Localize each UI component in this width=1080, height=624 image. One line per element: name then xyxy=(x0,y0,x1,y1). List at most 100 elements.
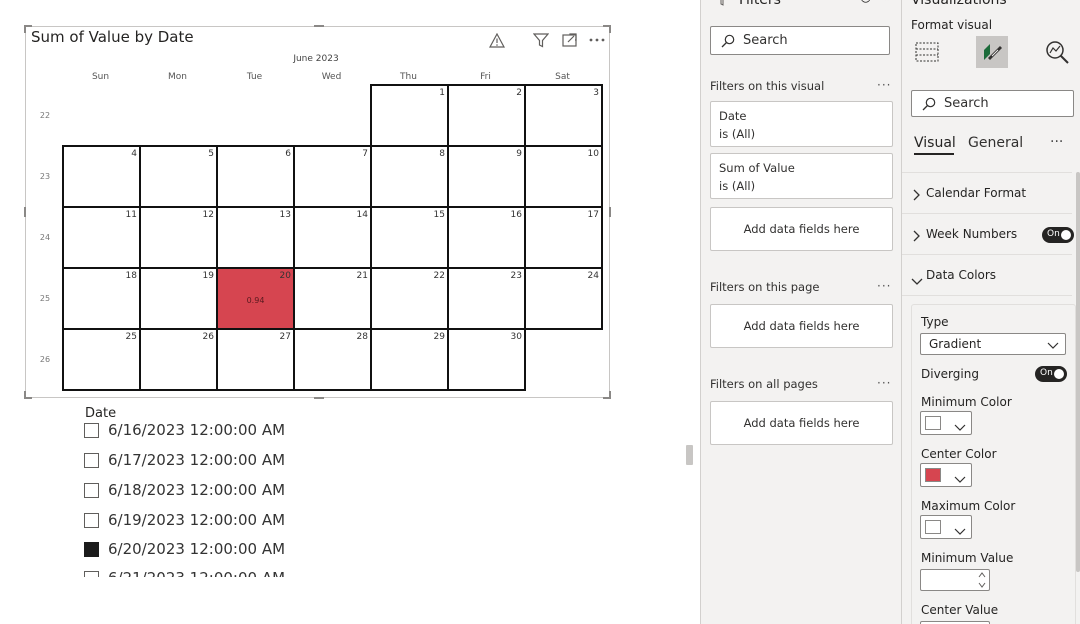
collapse-pane-icon[interactable]: » xyxy=(884,0,892,5)
color-swatch xyxy=(925,416,941,430)
resize-handle-left[interactable] xyxy=(24,207,26,217)
day-number: 9 xyxy=(516,149,522,159)
build-visual-icon[interactable] xyxy=(911,36,943,68)
type-dropdown[interactable]: Gradient xyxy=(920,333,1066,355)
maximum-color-picker[interactable] xyxy=(920,515,972,539)
date-slicer-list[interactable]: 6/16/2023 12:00:00 AM 6/17/2023 12:00:00… xyxy=(84,420,344,577)
calendar-day-cell[interactable]: 9 xyxy=(447,145,526,208)
week-numbers-toggle[interactable]: On xyxy=(1042,227,1074,243)
calendar-day-cell[interactable]: 17 xyxy=(524,206,603,269)
diverging-toggle[interactable]: On xyxy=(1035,366,1067,382)
calendar-day-cell[interactable]: 11 xyxy=(62,206,141,269)
more-options-icon[interactable]: ··· xyxy=(1050,134,1063,150)
calendar-day-cell[interactable]: 3 xyxy=(524,84,603,147)
calendar-day-cell[interactable]: 8 xyxy=(370,145,449,208)
resize-corner-bottom-right[interactable] xyxy=(603,391,611,399)
more-options-icon[interactable]: ··· xyxy=(877,376,891,390)
slicer-item[interactable]: 6/21/2023 12:00:00 AM xyxy=(84,567,285,577)
tab-visual[interactable]: Visual xyxy=(914,135,956,151)
checkbox[interactable] xyxy=(84,570,99,577)
section-data-colors[interactable]: Data Colors xyxy=(902,254,1072,296)
slicer-item-label: 6/18/2023 12:00:00 AM xyxy=(108,481,286,499)
add-data-fields-visual[interactable]: Add data fields here xyxy=(710,207,893,251)
calendar-day-cell[interactable]: 16 xyxy=(447,206,526,269)
center-color-picker[interactable] xyxy=(920,463,972,487)
calendar-day-cell[interactable]: 26 xyxy=(139,328,218,391)
format-visual-icon[interactable] xyxy=(976,36,1008,68)
minimum-color-picker[interactable] xyxy=(920,411,972,435)
calendar-day-cell[interactable]: 27 xyxy=(216,328,295,391)
calendar-day-cell[interactable]: 29 xyxy=(370,328,449,391)
calendar-day-cell[interactable]: 18 xyxy=(62,267,141,330)
calendar-day-cell[interactable]: 25 xyxy=(62,328,141,391)
slicer-item[interactable]: 6/20/2023 12:00:00 AM xyxy=(84,538,285,560)
calendar-day-cell[interactable]: 24 xyxy=(524,267,603,330)
checkbox[interactable] xyxy=(84,422,99,438)
calendar-day-cell[interactable]: 21 xyxy=(293,267,372,330)
calendar-visual[interactable]: Sum of Value by Date June 2023 Sun Mon Tue… xyxy=(24,25,611,399)
pane-resize-grip[interactable] xyxy=(686,445,693,465)
calendar-day-cell[interactable]: 5 xyxy=(139,145,218,208)
calendar-day-cell[interactable]: 28 xyxy=(293,328,372,391)
calendar-day-cell[interactable]: 23 xyxy=(447,267,526,330)
week-number: 24 xyxy=(39,233,51,242)
day-number: 21 xyxy=(356,271,368,281)
viz-search[interactable]: Search xyxy=(911,90,1074,117)
section-week-numbers[interactable]: Week Numbers On xyxy=(902,213,1074,253)
warning-icon[interactable] xyxy=(488,31,506,49)
calendar-day-cell[interactable]: 1 xyxy=(370,84,449,147)
focus-mode-icon[interactable] xyxy=(560,31,578,49)
calendar-day-cell[interactable]: 20 0.94 xyxy=(216,267,295,330)
resize-handle-top[interactable] xyxy=(314,25,324,27)
calendar-day-cell[interactable]: 2 xyxy=(447,84,526,147)
section-label: Calendar Format xyxy=(926,186,1027,200)
checkbox[interactable] xyxy=(84,482,99,498)
section-label: Data Colors xyxy=(926,268,997,282)
add-data-fields-all-pages[interactable]: Add data fields here xyxy=(710,401,893,445)
calendar-day-cell[interactable]: 15 xyxy=(370,206,449,269)
visualizations-title: Visualizations xyxy=(911,0,1007,8)
checkbox-checked[interactable] xyxy=(84,541,99,557)
more-options-icon[interactable]: ··· xyxy=(877,78,891,92)
calendar-day-cell[interactable]: 10 xyxy=(524,145,603,208)
checkbox[interactable] xyxy=(84,452,99,468)
slicer-item[interactable]: 6/16/2023 12:00:00 AM xyxy=(84,420,285,441)
calendar-day-cell[interactable]: 19 xyxy=(139,267,218,330)
day-number: 13 xyxy=(279,210,291,220)
filter-card-sum-of-value[interactable]: Sum of Value is (All) xyxy=(710,153,893,199)
calendar-day-cell[interactable]: 30 xyxy=(447,328,526,391)
minimum-value-input[interactable] xyxy=(920,569,990,591)
analytics-icon[interactable] xyxy=(1041,36,1073,68)
slicer-title: Date xyxy=(85,406,117,421)
calendar-day-cell[interactable]: 14 xyxy=(293,206,372,269)
slicer-item[interactable]: 6/17/2023 12:00:00 AM xyxy=(84,449,285,471)
weekday-label: Wed xyxy=(321,72,342,82)
slicer-item[interactable]: 6/18/2023 12:00:00 AM xyxy=(84,479,285,501)
eye-icon[interactable]: ◔ xyxy=(860,0,871,5)
more-options-icon[interactable] xyxy=(588,31,606,49)
spin-buttons-icon[interactable] xyxy=(977,570,987,594)
collapse-pane-icon[interactable]: » xyxy=(1060,0,1068,5)
calendar-day-cell[interactable]: 6 xyxy=(216,145,295,208)
calendar-day-cell[interactable]: 13 xyxy=(216,206,295,269)
calendar-day-cell[interactable]: 7 xyxy=(293,145,372,208)
calendar-day-cell[interactable]: 22 xyxy=(370,267,449,330)
more-options-icon[interactable]: ··· xyxy=(877,279,891,293)
resize-handle-right[interactable] xyxy=(609,207,611,217)
tab-general[interactable]: General xyxy=(968,135,1023,151)
add-data-fields-page[interactable]: Add data fields here xyxy=(710,304,893,348)
filter-card-date[interactable]: Date is (All) xyxy=(710,101,893,147)
checkbox[interactable] xyxy=(84,512,99,528)
resize-handle-bottom[interactable] xyxy=(314,397,324,399)
calendar-day-cell[interactable]: 12 xyxy=(139,206,218,269)
filters-search[interactable]: Search xyxy=(710,26,890,55)
resize-corner-bottom-left[interactable] xyxy=(24,391,32,399)
filter-icon[interactable] xyxy=(532,31,550,49)
calendar-day-cell[interactable]: 4 xyxy=(62,145,141,208)
pane-scrollbar[interactable] xyxy=(1076,172,1080,572)
slicer-item-label: 6/16/2023 12:00:00 AM xyxy=(108,421,286,439)
slicer-item[interactable]: 6/19/2023 12:00:00 AM xyxy=(84,509,285,531)
type-value: Gradient xyxy=(929,337,982,351)
section-calendar-format[interactable]: Calendar Format xyxy=(902,172,1072,212)
filters-on-all-pages-label: Filters on all pages xyxy=(710,377,818,391)
